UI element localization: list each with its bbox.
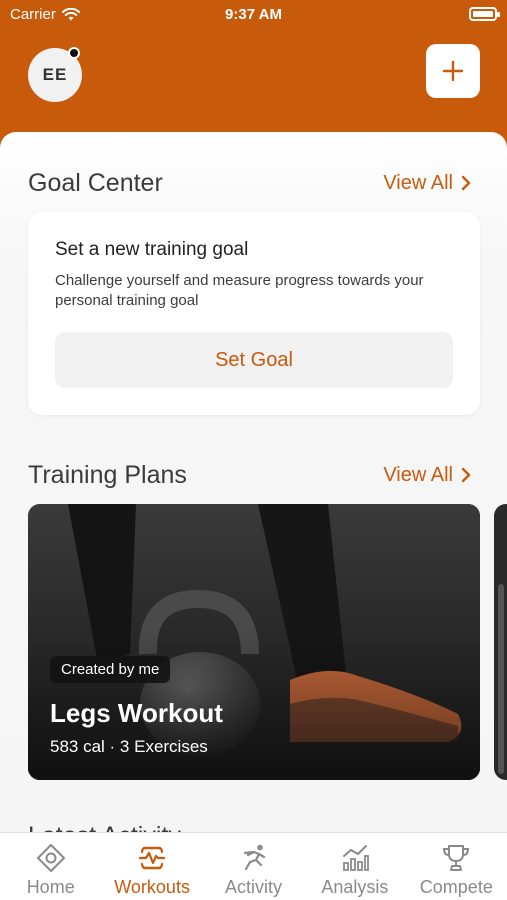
set-goal-button[interactable]: Set Goal bbox=[55, 332, 453, 388]
tab-label: Workouts bbox=[114, 877, 190, 897]
plus-icon bbox=[442, 60, 464, 82]
status-bar: Carrier 9:37 AM bbox=[0, 0, 507, 30]
analysis-icon bbox=[342, 845, 369, 871]
compete-icon bbox=[443, 845, 470, 871]
plan-title: Legs Workout bbox=[50, 698, 223, 728]
section-title: Training Plans bbox=[28, 460, 187, 489]
training-plans-view-all[interactable]: View All bbox=[383, 464, 471, 487]
goal-card-description: Challenge yourself and measure progress … bbox=[55, 272, 424, 309]
tab-analysis[interactable]: Analysis bbox=[304, 833, 405, 900]
tab-label: Compete bbox=[419, 877, 493, 897]
app-header: EE bbox=[0, 30, 507, 130]
tab-bar: Home Workouts Activity Analysis Compete bbox=[0, 832, 507, 900]
plan-badge: Created by me bbox=[50, 656, 171, 683]
content-sheet: Goal Center View All Set a new training … bbox=[0, 132, 507, 832]
plan-meta: 583 cal · 3 Exercises bbox=[50, 737, 208, 756]
plan-card-next[interactable] bbox=[494, 504, 507, 780]
training-plans-header: Training Plans View All bbox=[28, 458, 471, 492]
activity-icon bbox=[243, 844, 265, 871]
add-button[interactable] bbox=[426, 44, 480, 98]
home-icon bbox=[36, 844, 65, 872]
plan-card[interactable]: Created by me Legs Workout 583 cal · 3 E… bbox=[28, 504, 480, 780]
goal-center-header: Goal Center View All bbox=[28, 166, 471, 200]
notification-dot bbox=[68, 47, 80, 59]
chevron-right-icon bbox=[461, 175, 471, 191]
tab-home[interactable]: Home bbox=[0, 833, 101, 900]
tab-workouts[interactable]: Workouts bbox=[101, 833, 202, 900]
tab-label: Home bbox=[26, 877, 75, 897]
tab-label: Analysis bbox=[321, 877, 389, 897]
view-all-label: View All bbox=[383, 171, 453, 194]
battery-icon bbox=[469, 7, 500, 21]
avatar[interactable]: EE bbox=[28, 47, 82, 102]
training-plans-carousel[interactable]: Created by me Legs Workout 583 cal · 3 E… bbox=[0, 504, 507, 782]
chevron-right-icon bbox=[461, 467, 471, 483]
tab-activity[interactable]: Activity bbox=[203, 833, 304, 900]
latest-activity-title: Latest Activity bbox=[28, 822, 181, 832]
workouts-icon bbox=[139, 846, 166, 870]
goal-card-heading: Set a new training goal bbox=[55, 239, 249, 260]
section-title: Goal Center bbox=[28, 168, 163, 197]
tab-label: Activity bbox=[225, 877, 283, 897]
goal-card: Set a new training goal Challenge yourse… bbox=[28, 212, 480, 415]
tab-compete[interactable]: Compete bbox=[406, 833, 507, 900]
status-time: 9:37 AM bbox=[225, 6, 282, 23]
view-all-label: View All bbox=[383, 463, 453, 486]
avatar-initials: EE bbox=[42, 65, 68, 84]
goal-center-view-all[interactable]: View All bbox=[383, 172, 471, 195]
